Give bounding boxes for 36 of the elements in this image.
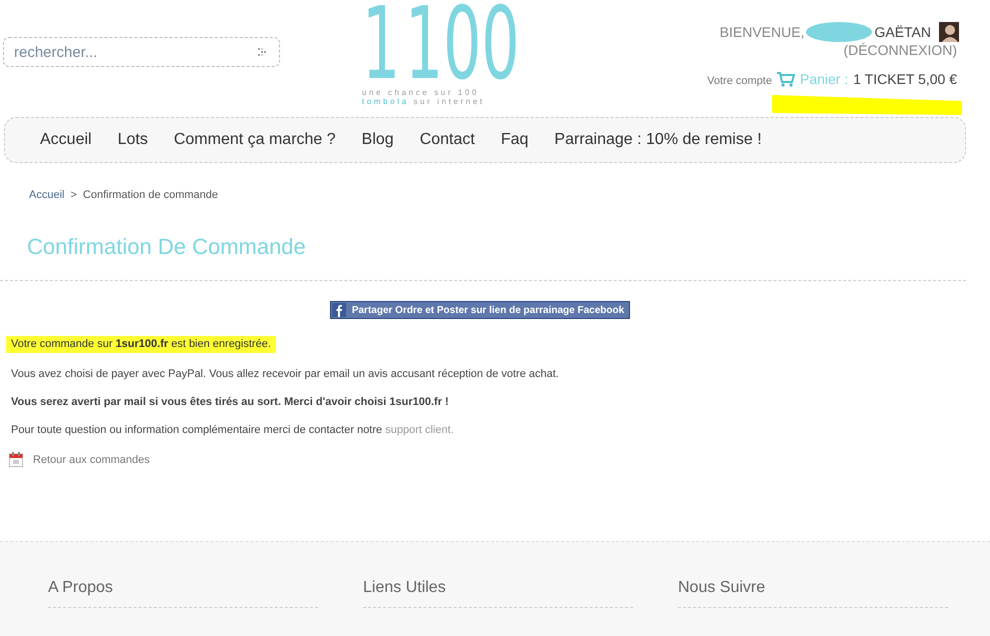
- facebook-share-button[interactable]: Partager Ordre et Poster sur lien de parrainage Facebook: [330, 301, 630, 319]
- nav-link[interactable]: Contact: [406, 131, 488, 149]
- back-link[interactable]: Retour aux commandes: [33, 454, 150, 466]
- footer-heading: A Propos: [48, 579, 113, 596]
- contact-text: Pour toute question ou information complémentaire merci de contacter notre support client.: [11, 424, 455, 437]
- cart-summary: 1 TICKET 5,00 €: [853, 71, 957, 87]
- footer-heading: Liens Utiles: [363, 579, 446, 596]
- calendar-icon: [9, 452, 23, 467]
- nav-link[interactable]: Lots: [104, 131, 161, 149]
- notice-text: Vous serez averti par mail si vous êtes tirés au sort. Merci d'avoir choisi 1sur100.fr !: [11, 396, 450, 409]
- nav-link[interactable]: Accueil: [27, 131, 105, 149]
- page-title: Confirmation De Commande: [27, 234, 307, 260]
- nav-link[interactable]: Faq: [488, 131, 542, 149]
- logo-tagline: tombola: [362, 97, 409, 106]
- footer-heading: Nous Suivre: [678, 579, 766, 596]
- nav-link[interactable]: Comment ça marche ?: [160, 131, 349, 149]
- breadcrumb-current: Confirmation de commande: [82, 189, 218, 201]
- payment-text: Vous avez choisi de payer avec PayPal. Vous allez recevoir par email un avis accusant réception de votre achat.: [11, 368, 560, 381]
- logo-tagline: une chance sur 100: [362, 88, 480, 97]
- confirmation-text: Votre commande sur 1sur100.fr est bien enregistrée.: [6, 336, 276, 353]
- nav-link[interactable]: Parrainage : 10% de remise !: [541, 131, 775, 149]
- search-icon[interactable]: [258, 48, 266, 56]
- logo-number: 100: [404, 0, 520, 88]
- breadcrumb-link[interactable]: Accueil: [29, 189, 64, 201]
- facebook-icon: [332, 303, 346, 317]
- logo-tagline: sur internet: [414, 97, 485, 106]
- redaction-blob: [806, 22, 872, 42]
- logo-digit: 1: [362, 0, 400, 88]
- account-link[interactable]: Votre compte: [707, 74, 772, 86]
- avatar: [939, 22, 959, 42]
- user-name: GAËTAN: [874, 24, 931, 40]
- welcome-text: BIENVENUE,: [720, 24, 804, 40]
- logout-link[interactable]: (DÉCONNEXION): [843, 42, 957, 58]
- search-field[interactable]: rechercher...: [3, 37, 280, 67]
- breadcrumb-separator: >: [70, 189, 77, 201]
- nav-link[interactable]: Blog: [348, 131, 407, 149]
